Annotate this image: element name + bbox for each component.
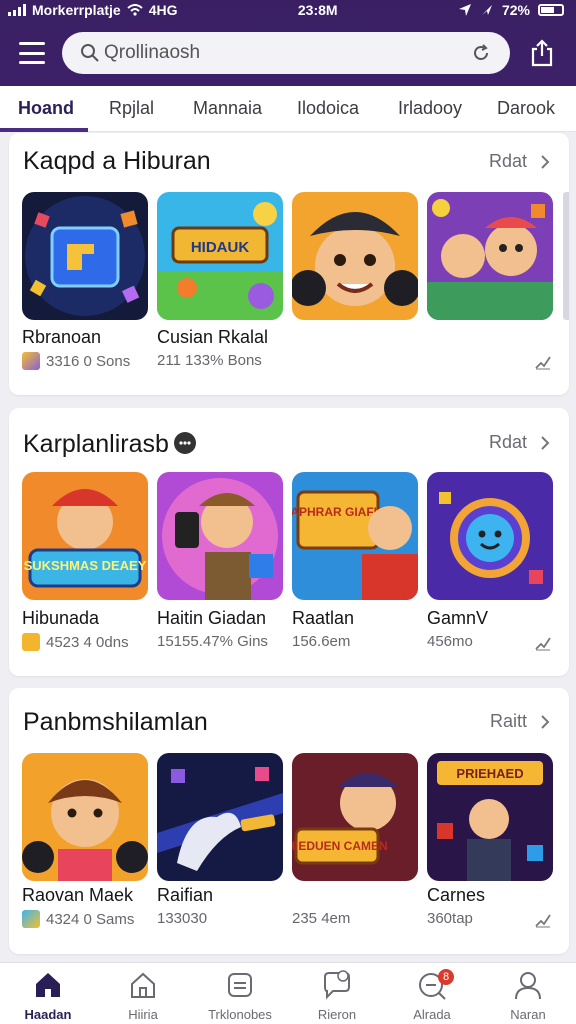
see-all-button[interactable]: Rdat	[489, 151, 551, 172]
apps-icon	[228, 973, 252, 997]
see-all-button[interactable]: Raitt	[490, 711, 551, 732]
nav-alrada[interactable]: 8 Alrada	[384, 969, 480, 1022]
options-icon[interactable]	[174, 432, 196, 454]
nav-hiiria[interactable]: Hiiria	[95, 969, 191, 1022]
app-header: Morkerrplatje 4HG 23:8M 72%	[0, 0, 576, 86]
nav-label: Trklonobes	[208, 1007, 272, 1022]
location-icon	[458, 4, 471, 16]
next-tile-peek	[563, 192, 569, 320]
app-name[interactable]: Hibunada	[22, 608, 99, 629]
home-icon	[36, 973, 60, 997]
trending-icon	[535, 914, 551, 928]
app-tile[interactable]	[427, 472, 553, 600]
chat-icon	[324, 970, 350, 1000]
menu-button[interactable]	[19, 42, 45, 64]
app-meta: 156.6em	[292, 633, 351, 650]
signal-icon	[8, 4, 26, 16]
nav-rieron[interactable]: Rieron	[289, 969, 385, 1022]
tab-ilodoica[interactable]: Ilodoica	[297, 98, 359, 119]
mini-icon	[22, 352, 40, 370]
network-type: 4HG	[148, 2, 178, 18]
app-name[interactable]: GamnV	[427, 608, 488, 629]
app-tile[interactable]: HIEDUEN CAMEN	[292, 753, 418, 881]
nav-home[interactable]: Haadan	[0, 969, 96, 1022]
bottom-navigation: Haadan Hiiria Trklonobes Rieron 8 Alrada…	[0, 962, 576, 1024]
mini-icon	[22, 910, 40, 928]
app-meta: 15155.47% Gins	[157, 633, 268, 650]
chevron-right-icon	[541, 714, 550, 729]
app-meta: 133030	[157, 910, 208, 927]
profile-icon	[515, 972, 541, 1000]
mini-icon	[22, 633, 40, 651]
search-icon	[81, 44, 99, 62]
app-tile[interactable]: HIDAUK	[157, 192, 283, 320]
notification-badge: 8	[438, 969, 454, 985]
app-meta: 211 133% Bons	[157, 352, 262, 369]
app-name[interactable]: Carnes	[427, 885, 485, 906]
section-karplanlirasb: Karplanlirasb Rdat SUKSHMAS DEAEY RAPHRA…	[9, 408, 569, 676]
app-meta: 235 4em	[292, 910, 351, 927]
chevron-right-icon	[541, 435, 550, 450]
house-outline-icon	[131, 972, 155, 998]
app-tile[interactable]	[157, 753, 283, 881]
app-tile[interactable]	[157, 472, 283, 600]
status-time: 23:8M	[297, 2, 338, 18]
app-tile[interactable]	[292, 192, 418, 320]
nav-naran[interactable]: Naran	[480, 969, 576, 1022]
app-name[interactable]: Cusian Rkalal	[157, 327, 268, 348]
app-tile[interactable]: RAPHRAR GIAFIAU	[292, 472, 418, 600]
section-kaqpd-a-hiburan: Kaqpd a Hiburan Rdat HIDAUK Rbranoan 331…	[9, 133, 569, 395]
battery-percent: 72%	[501, 2, 530, 18]
app-name[interactable]: Raifian	[157, 885, 213, 906]
carrier-name: Morkerrplatje	[32, 2, 121, 18]
section-title: Kaqpd a Hiburan	[23, 147, 211, 175]
wifi-icon	[127, 4, 143, 16]
battery-icon	[538, 4, 564, 16]
app-name[interactable]: Raovan Maek	[22, 885, 133, 906]
app-tile[interactable]	[22, 192, 148, 320]
app-tile[interactable]: PRIEHAED	[427, 753, 553, 881]
app-meta: 3316 0 Sons	[22, 352, 130, 370]
section-title: Karplanlirasb	[23, 430, 169, 458]
status-bar: Morkerrplatje 4HG 23:8M 72%	[0, 0, 576, 20]
nav-label: Rieron	[317, 1007, 357, 1022]
section-panbmshilamlan: Panbmshilamlan Raitt HIEDUEN CAMEN PRIEH…	[9, 688, 569, 954]
app-tile[interactable]: SUKSHMAS DEAEY	[22, 472, 148, 600]
see-all-button[interactable]: Rdat	[489, 432, 551, 453]
tab-irladooy[interactable]: Irladooy	[398, 98, 462, 119]
tile-art-text: HIEDUEN CAMEN	[292, 839, 388, 853]
app-tile[interactable]	[22, 753, 148, 881]
section-title: Panbmshilamlan	[23, 708, 208, 736]
active-tab-indicator	[0, 128, 88, 132]
nav-label: Haadan	[24, 1007, 72, 1022]
tile-art-text: HIDAUK	[191, 239, 249, 256]
search-bar[interactable]	[62, 32, 510, 74]
category-tabs: Hoand Rpjlal Mannaia Ilodoica Irladooy D…	[0, 86, 576, 132]
app-name[interactable]: Haitin Giadan	[157, 608, 266, 629]
nav-label: Naran	[510, 1007, 546, 1022]
nav-label: Alrada	[413, 1007, 451, 1022]
tile-art-text: PRIEHAED	[456, 766, 523, 781]
app-meta: 360tap	[427, 910, 473, 927]
app-name[interactable]: Raatlan	[292, 608, 354, 629]
nav-trklonobes[interactable]: Trklonobes	[192, 969, 288, 1022]
app-meta: 4523 4 0dns	[22, 633, 129, 651]
navigation-icon	[481, 5, 492, 15]
nav-label: Hiiria	[128, 1007, 158, 1022]
search-input[interactable]	[104, 42, 470, 64]
tab-darook[interactable]: Darook	[497, 98, 555, 119]
tab-mannaia[interactable]: Mannaia	[193, 98, 262, 119]
chevron-right-icon	[541, 154, 550, 169]
tab-rpjlal[interactable]: Rpjlal	[109, 98, 154, 119]
app-tile[interactable]	[427, 192, 553, 320]
trending-icon	[535, 356, 551, 370]
app-name[interactable]: Rbranoan	[22, 327, 101, 348]
app-meta: 4324 0 Sams	[22, 910, 134, 928]
share-icon[interactable]	[528, 38, 556, 68]
refresh-icon[interactable]	[470, 42, 492, 64]
tile-art-text: SUKSHMAS DEAEY	[24, 558, 147, 573]
app-meta: 456mo	[427, 633, 473, 650]
trending-icon	[535, 637, 551, 651]
tab-hoand[interactable]: Hoand	[18, 98, 74, 119]
